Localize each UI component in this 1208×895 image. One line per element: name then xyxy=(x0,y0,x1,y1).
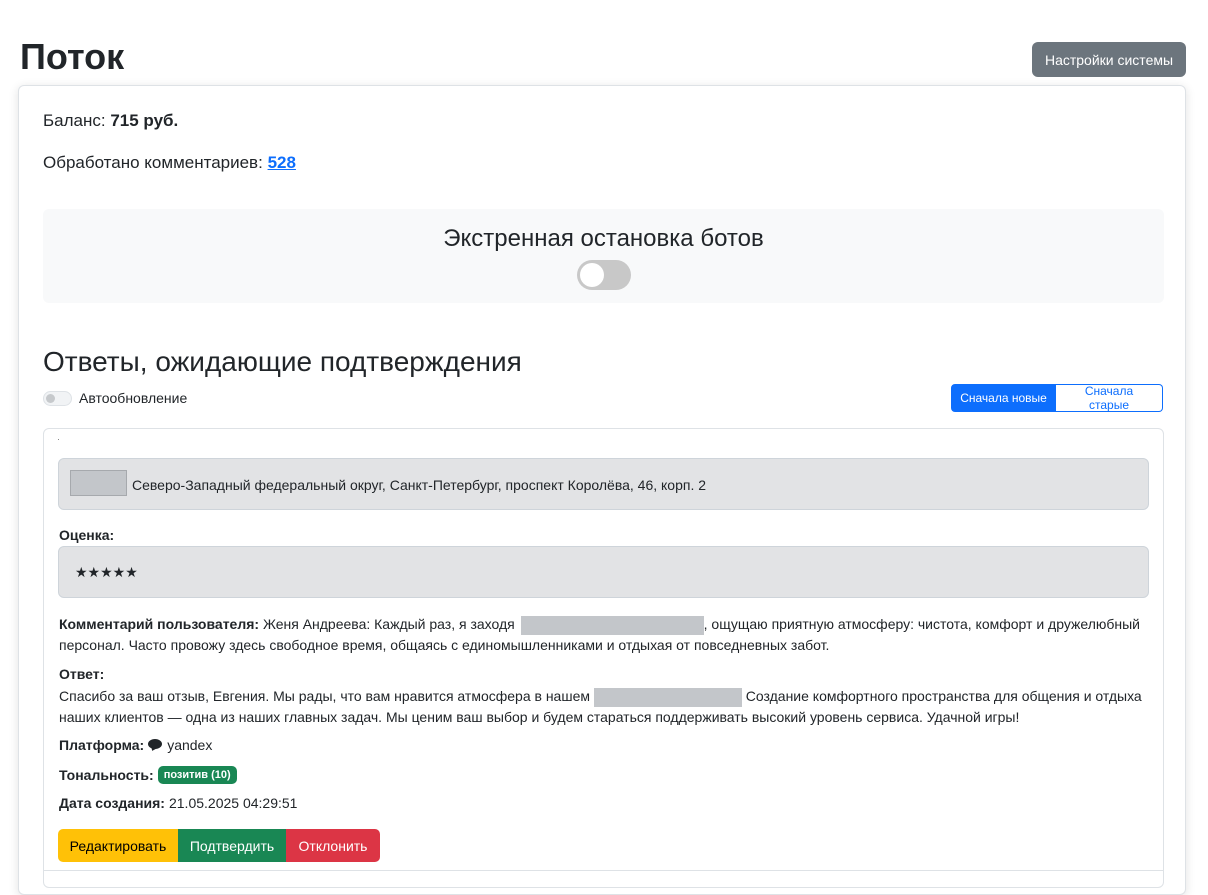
balance: Баланс: 715 руб. xyxy=(43,111,178,131)
chat-bubble-icon xyxy=(148,739,163,751)
processed-comments: Обработано комментариев: 528 xyxy=(43,153,296,173)
pending-section-title: Ответы, ожидающие подтверждения xyxy=(43,346,522,377)
sort-newest-button[interactable]: Сначала новые xyxy=(951,384,1056,412)
page-title: Поток xyxy=(20,36,125,77)
processed-count-link[interactable]: 528 xyxy=(268,153,296,172)
answer-text-start: Спасибо за ваш отзыв, Евгения. Мы рады, … xyxy=(59,688,590,704)
review-card: Северо-Западный федеральный округ, Санкт… xyxy=(43,428,1164,888)
comment-text-start: Женя Андреева: Каждый раз, я заходя xyxy=(262,616,515,632)
card-divider xyxy=(44,870,1163,871)
balance-value: 715 руб. xyxy=(110,111,179,130)
platform-value: yandex xyxy=(167,737,213,753)
sort-oldest-button[interactable]: Сначала старые xyxy=(1056,384,1163,412)
autorefresh-label: Автообновление xyxy=(79,390,188,406)
emergency-stop-panel: Экстренная остановка ботов xyxy=(43,209,1164,303)
created-label: Дата создания: xyxy=(59,795,165,811)
toggle-knob xyxy=(580,263,604,287)
redacted-block xyxy=(593,687,742,707)
platform-row: Платформа: yandex xyxy=(59,737,212,753)
redacted-block xyxy=(70,470,127,496)
redacted-block xyxy=(520,615,704,635)
platform-label: Платформа: xyxy=(59,737,145,753)
answer-text: Спасибо за ваш отзыв, Евгения. Мы рады, … xyxy=(59,686,1154,728)
answer-label: Ответ: xyxy=(59,666,105,682)
emergency-stop-toggle[interactable] xyxy=(577,260,631,290)
confirm-button[interactable]: Подтвердить xyxy=(178,829,286,862)
processed-label: Обработано комментариев: xyxy=(43,153,263,172)
user-comment: Комментарий пользователя: Женя Андреева:… xyxy=(59,614,1154,656)
review-actions: Редактировать Подтвердить Отклонить xyxy=(58,829,380,862)
reject-button[interactable]: Отклонить xyxy=(286,829,380,862)
rating-stars: ★★★★★ xyxy=(75,564,138,580)
balance-label: Баланс: xyxy=(43,111,106,130)
sort-button-group: Сначала новые Сначала старые xyxy=(951,384,1163,412)
created-value: 21.05.2025 04:29:51 xyxy=(168,795,298,811)
emergency-stop-title: Экстренная остановка ботов xyxy=(443,225,764,252)
rating-field: ★★★★★ xyxy=(58,546,1149,598)
comment-label: Комментарий пользователя: xyxy=(59,616,260,632)
tone-label: Тональность: xyxy=(59,767,154,783)
address-text: Северо-Западный федеральный округ, Санкт… xyxy=(132,477,707,493)
created-row: Дата создания: 21.05.2025 04:29:51 xyxy=(59,795,297,811)
autorefresh-toggle[interactable] xyxy=(43,391,72,406)
divider-dot xyxy=(58,439,59,440)
main-card: Баланс: 715 руб. Обработано комментариев… xyxy=(18,85,1186,895)
edit-button[interactable]: Редактировать xyxy=(58,829,178,862)
toggle-knob xyxy=(46,394,55,403)
tone-row: Тональность: позитив (10) xyxy=(59,766,237,784)
address-field: Северо-Западный федеральный округ, Санкт… xyxy=(58,458,1149,510)
tone-badge: позитив (10) xyxy=(157,766,237,784)
rating-label: Оценка: xyxy=(59,527,115,543)
system-settings-button[interactable]: Настройки системы xyxy=(1032,42,1186,77)
